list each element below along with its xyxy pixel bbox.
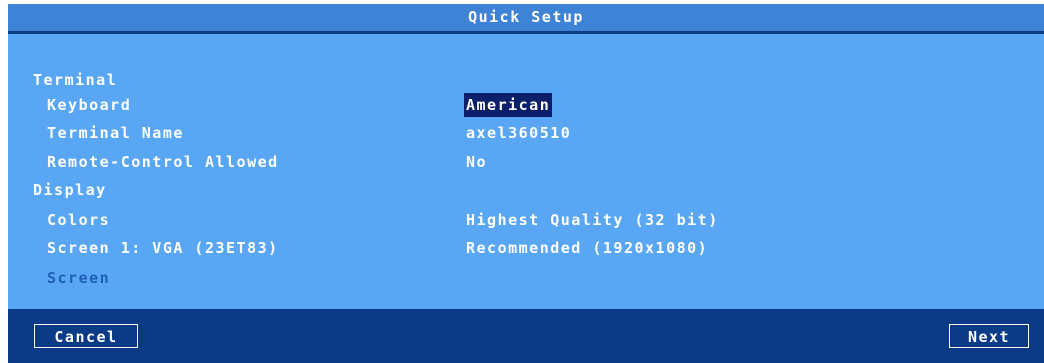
screen1-value[interactable]: Recommended (1920x1080) [466,236,708,261]
dialog-title: Quick Setup [8,4,1044,31]
section-terminal: Terminal [8,68,1044,93]
remote-control-value[interactable]: No [466,150,487,175]
colors-label: Colors [47,211,111,229]
setting-row-terminal-name[interactable]: Terminal Name axel360510 [8,121,1044,146]
next-button[interactable]: Next [949,324,1029,348]
setting-row-remote-control[interactable]: Remote-Control Allowed No [8,150,1044,175]
setting-row-screen: Screen [8,266,1044,291]
setting-row-screen1[interactable]: Screen 1: VGA (23ET83) Recommended (1920… [8,236,1044,261]
section-display-label: Display [33,181,107,199]
terminal-name-label: Terminal Name [47,124,184,142]
remote-control-label: Remote-Control Allowed [47,153,279,171]
keyboard-label: Keyboard [47,96,132,114]
settings-panel: Terminal Keyboard American Terminal Name… [8,34,1044,309]
section-terminal-label: Terminal [33,71,118,89]
quick-setup-dialog: Quick Setup Terminal Keyboard American T… [8,4,1044,363]
setting-row-keyboard[interactable]: Keyboard American [8,93,1044,118]
screen-label: Screen [47,269,111,287]
keyboard-value[interactable]: American [464,93,553,117]
setting-row-colors[interactable]: Colors Highest Quality (32 bit) [8,208,1044,233]
dialog-footer: Cancel Next [8,309,1044,363]
terminal-name-value[interactable]: axel360510 [466,121,571,146]
section-display: Display [8,178,1044,203]
screen1-label: Screen 1: VGA (23ET83) [47,239,279,257]
colors-value[interactable]: Highest Quality (32 bit) [466,208,719,233]
cancel-button[interactable]: Cancel [34,324,138,348]
